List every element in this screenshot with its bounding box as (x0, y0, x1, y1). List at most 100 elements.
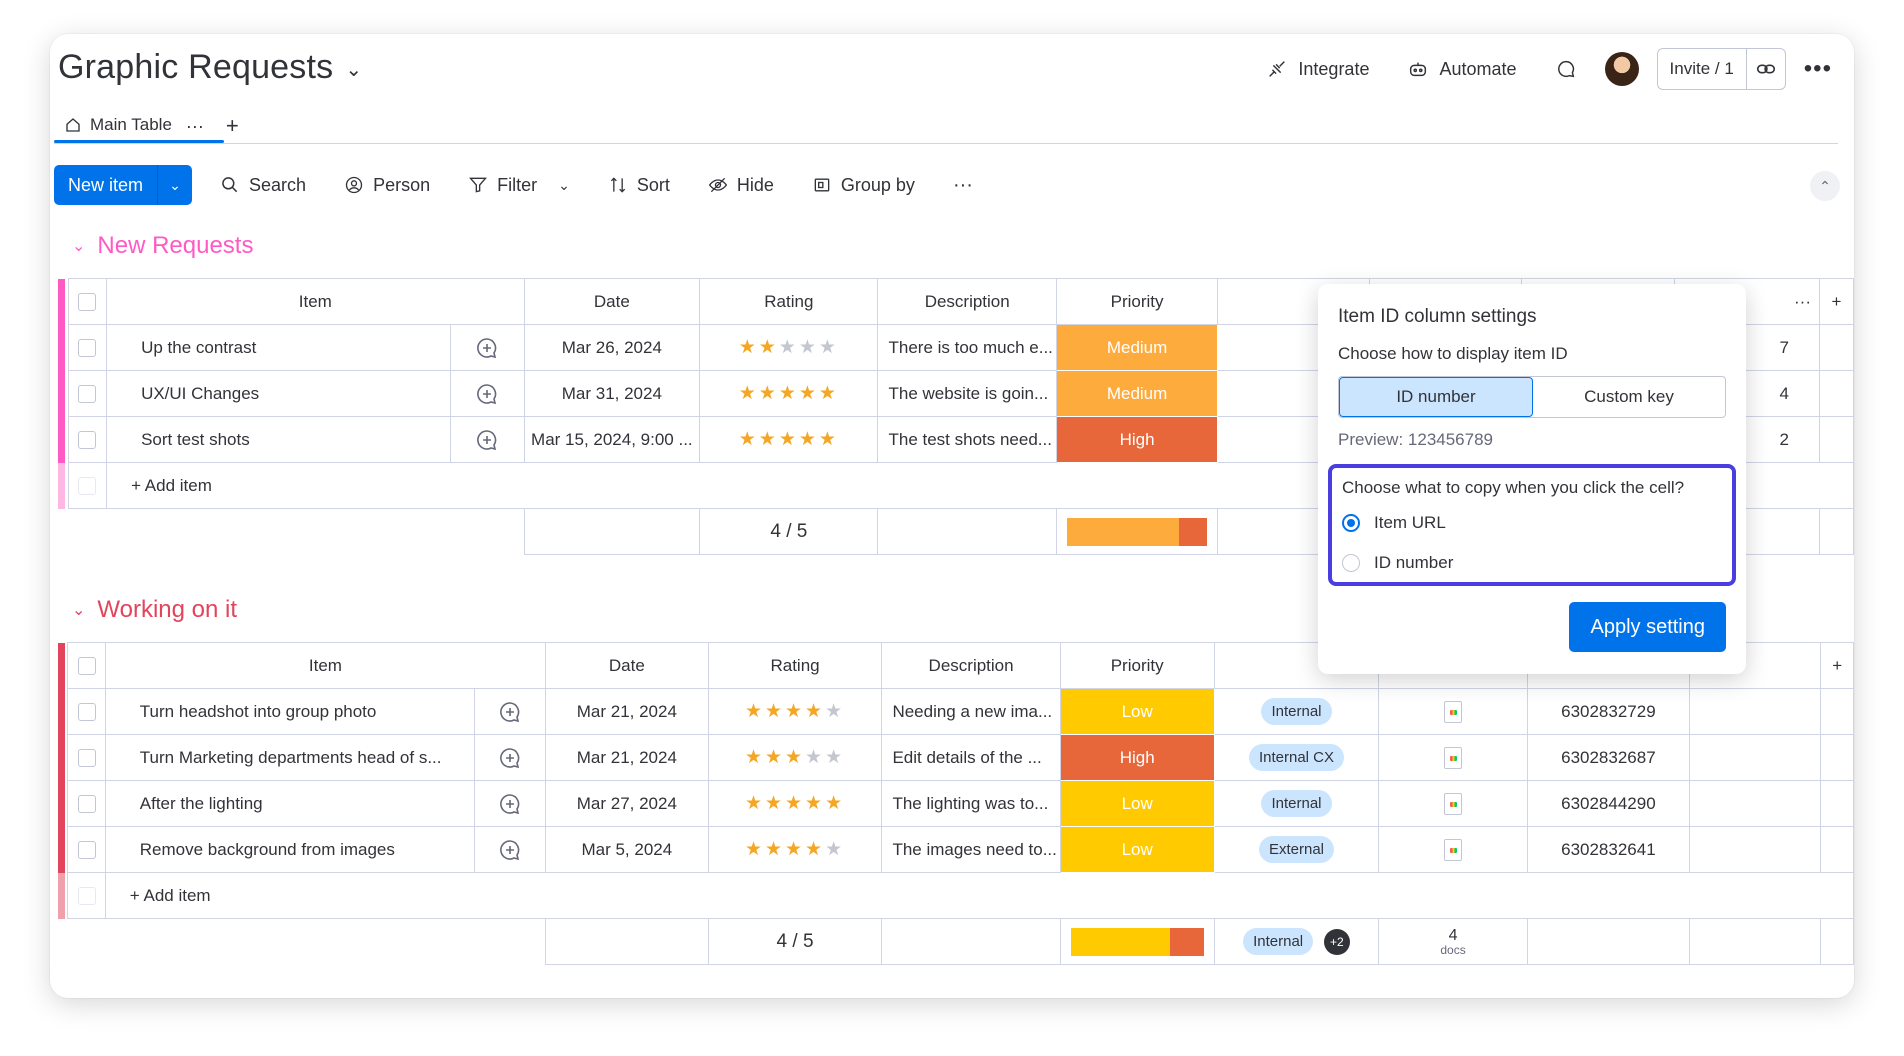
rating-stars[interactable]: ★★★★★ (739, 429, 839, 450)
chevron-down-icon[interactable]: ⌄ (345, 57, 362, 82)
new-item-button[interactable]: New item ⌄ (54, 165, 193, 205)
table-row[interactable]: Remove background from images Mar 5, 2024… (57, 826, 1854, 873)
description-cell[interactable]: The website is goin... (877, 370, 1057, 417)
item-name-cell[interactable]: Sort test shots (106, 416, 452, 463)
rating-stars[interactable]: ★★★★★ (745, 747, 845, 768)
row-checkbox[interactable] (67, 324, 108, 371)
table-row[interactable]: Turn Marketing departments head of s... M… (57, 734, 1854, 781)
column-header-rating[interactable]: Rating (707, 642, 883, 689)
rating-cell[interactable]: ★★★★★ (699, 416, 879, 463)
file-cell[interactable] (1378, 780, 1528, 827)
rating-cell[interactable]: ★★★★★ (707, 826, 883, 873)
priority-cell[interactable]: Medium (1055, 324, 1219, 371)
column-header-rating[interactable]: Rating (699, 278, 879, 325)
item-name-cell[interactable]: Up the contrast (106, 324, 452, 371)
column-header-item[interactable]: Item (104, 642, 547, 689)
add-view-button[interactable]: + (226, 113, 239, 139)
copy-link-button[interactable] (1747, 58, 1785, 80)
file-cell[interactable] (1378, 826, 1528, 873)
rating-stars[interactable]: ★★★★★ (745, 701, 845, 722)
file-cell[interactable] (1378, 734, 1528, 781)
chevron-down-icon[interactable]: ⌄ (72, 600, 85, 620)
add-update-button[interactable] (474, 780, 547, 827)
tag-cell[interactable]: Internal (1213, 780, 1380, 827)
item-name-cell[interactable]: Turn Marketing departments head of s... (104, 734, 476, 781)
rating-stars[interactable]: ★★★★★ (739, 337, 839, 358)
file-cell[interactable] (1378, 688, 1528, 735)
radio-selected-icon[interactable] (1342, 514, 1360, 532)
item-name-cell[interactable]: UX/UI Changes (106, 370, 452, 417)
rating-cell[interactable]: ★★★★★ (707, 688, 883, 735)
item-id-cell[interactable]: 6302844290 (1526, 780, 1691, 827)
column-header-item[interactable]: Item (106, 278, 525, 325)
chevron-up-icon[interactable]: ⌃ (1810, 171, 1840, 201)
rating-cell[interactable]: ★★★★★ (707, 734, 883, 781)
item-id-cell[interactable]: 6302832641 (1526, 826, 1691, 873)
column-header-description[interactable]: Description (877, 278, 1057, 325)
tab-more-icon[interactable]: ··· (186, 116, 204, 137)
date-cell[interactable]: Mar 15, 2024, 9:00 ... (523, 416, 701, 463)
column-header-description[interactable]: Description (881, 642, 1061, 689)
item-name-cell[interactable]: Remove background from images (104, 826, 476, 873)
radio-id-number[interactable]: ID number (1342, 550, 1722, 576)
item-id-cell[interactable]: 6302832687 (1526, 734, 1691, 781)
new-item-label[interactable]: New item (54, 165, 159, 205)
updates-button[interactable] (1545, 49, 1587, 89)
row-checkbox[interactable] (67, 780, 106, 827)
add-update-button[interactable] (450, 370, 525, 417)
description-cell[interactable]: The lighting was to... (881, 780, 1061, 827)
more-options-icon[interactable]: ••• (1804, 55, 1832, 83)
priority-cell[interactable]: Medium (1055, 370, 1219, 417)
group-title[interactable]: Working on it (97, 596, 237, 624)
group-by-button[interactable]: Group by (802, 165, 925, 205)
description-cell[interactable]: There is too much e... (877, 324, 1057, 371)
radio-unselected-icon[interactable] (1342, 554, 1360, 572)
add-item-input[interactable]: + Add item (104, 872, 1854, 919)
apply-setting-button[interactable]: Apply setting (1569, 602, 1726, 652)
date-cell[interactable]: Mar 21, 2024 (545, 688, 709, 735)
description-cell[interactable]: Edit details of the ... (881, 734, 1061, 781)
board-title[interactable]: Graphic Requests ⌄ (58, 48, 362, 87)
custom-key-option[interactable]: Custom key (1533, 377, 1725, 417)
tag-cell[interactable]: External (1213, 826, 1380, 873)
row-checkbox[interactable] (67, 416, 108, 463)
invite-button[interactable]: Invite / 1 (1658, 49, 1747, 89)
add-update-button[interactable] (450, 416, 525, 463)
chevron-down-icon[interactable]: ⌄ (558, 177, 570, 194)
rating-cell[interactable]: ★★★★★ (707, 780, 883, 827)
add-column-button[interactable]: + (1820, 642, 1854, 689)
search-button[interactable]: Search (210, 165, 316, 205)
select-all-checkbox[interactable] (67, 278, 108, 325)
automate-button[interactable]: Automate (1397, 49, 1526, 89)
radio-item-url[interactable]: Item URL (1342, 510, 1722, 536)
group-title[interactable]: New Requests (97, 232, 253, 260)
avatar[interactable] (1604, 52, 1639, 86)
table-row[interactable]: Turn headshot into group photo Mar 21, 20… (57, 688, 1854, 735)
rating-stars[interactable]: ★★★★★ (745, 839, 845, 860)
item-id-cell[interactable]: 6302832729 (1526, 688, 1691, 735)
add-update-button[interactable] (474, 688, 547, 735)
chevron-down-icon[interactable]: ⌄ (72, 236, 85, 256)
rating-stars[interactable]: ★★★★★ (745, 793, 845, 814)
item-name-cell[interactable]: Turn headshot into group photo (104, 688, 476, 735)
person-filter-button[interactable]: Person (334, 165, 440, 205)
select-all-checkbox[interactable] (67, 642, 106, 689)
group-header-working-on-it[interactable]: ⌄ Working on it (72, 596, 237, 624)
column-header-priority[interactable]: Priority (1055, 278, 1219, 325)
priority-cell[interactable]: Low (1059, 780, 1215, 827)
priority-cell[interactable]: High (1055, 416, 1219, 463)
add-update-button[interactable] (474, 826, 547, 873)
table-row[interactable]: After the lighting Mar 27, 2024 ★★★★★ The l… (57, 780, 1854, 827)
add-column-button[interactable]: + (1818, 278, 1854, 325)
rating-cell[interactable]: ★★★★★ (699, 324, 879, 371)
rating-stars[interactable]: ★★★★★ (739, 383, 839, 404)
tag-more-badge[interactable]: +2 (1323, 928, 1350, 955)
integrate-button[interactable]: Integrate (1256, 49, 1379, 89)
date-cell[interactable]: Mar 31, 2024 (523, 370, 701, 417)
hide-button[interactable]: Hide (698, 165, 784, 205)
toolbar-more-button[interactable]: ··· (943, 165, 983, 205)
row-checkbox[interactable] (67, 370, 108, 417)
row-checkbox[interactable] (67, 826, 106, 873)
date-cell[interactable]: Mar 5, 2024 (545, 826, 709, 873)
chevron-down-icon[interactable]: ⌄ (158, 165, 192, 205)
